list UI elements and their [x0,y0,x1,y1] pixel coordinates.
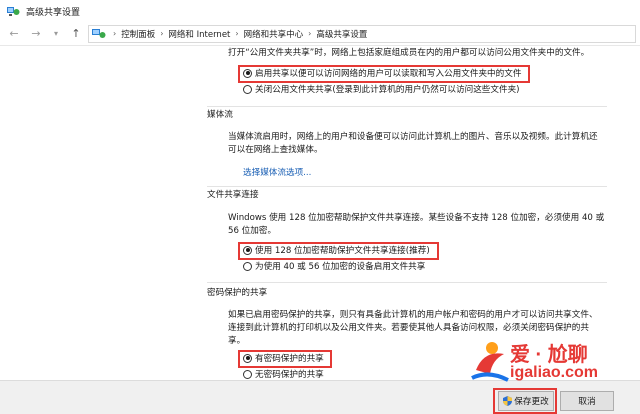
watermark-brand: 爱 · 尬聊 [510,344,588,366]
radio-unchecked-icon[interactable] [243,369,252,379]
breadcrumb-separator-icon: › [308,29,312,38]
password-off-radio[interactable]: 无密码保护的共享 [243,368,324,380]
up-arrow-icon[interactable]: ↑ [68,26,84,42]
cancel-button[interactable]: 取消 [560,391,614,411]
password-description-line1: 如果已启用密码保护的共享，则只有具备此计算机的用户帐户和密码的用户才可以访问共享… [228,310,598,320]
settings-content: 打开“公用文件夹共享”时，网络上包括家庭组成员在内的用户都可以访问公用文件夹中的… [0,46,640,380]
watermark-url: igaliao.com [510,364,599,381]
section-divider [207,282,607,283]
back-arrow-icon[interactable]: ← [6,26,22,42]
file-sharing-section-title: 文件共享连接 [207,190,259,200]
highlight-box [493,388,557,414]
breadcrumb[interactable]: › 控制面板 › 网络和 Internet › 网络和共享中心 › 高级共享设置 [88,24,636,43]
password-description-line2: 连接到此计算机的打印机以及公用文件夹。若要使其他人具备访问权限，必须关闭密码保护… [228,323,589,333]
password-section-title: 密码保护的共享 [207,288,268,298]
media-description-line2: 可以在网络上查找媒体。 [228,145,323,155]
public-folder-on-label[interactable]: 启用共享以便可以访问网络的用户可以读取和写入公用文件夹中的文件 [255,67,521,79]
media-description-line1: 当媒体流启用时，网络上的用户和设备便可以访问此计算机上的图片、音乐以及视频。此计… [228,132,598,142]
public-folder-on-radio[interactable]: 启用共享以便可以访问网络的用户可以读取和写入公用文件夹中的文件 [243,67,521,79]
breadcrumb-separator-icon: › [235,29,239,38]
window-title: 高级共享设置 [26,7,81,18]
media-section-title: 媒体流 [207,110,233,120]
control-panel-icon [92,28,106,40]
radio-checked-icon[interactable] [243,245,252,255]
password-on-radio[interactable]: 有密码保护的共享 [243,352,324,364]
encryption-128-radio[interactable]: 使用 128 位加密帮助保护文件共享连接(推荐) [243,244,430,256]
title-bar: 高级共享设置 [0,0,640,22]
radio-checked-icon[interactable] [243,68,252,78]
encryption-128-label[interactable]: 使用 128 位加密帮助保护文件共享连接(推荐) [255,244,430,256]
public-folder-off-radio[interactable]: 关闭公用文件夹共享(登录到此计算机的用户仍然可以访问这些文件夹) [243,83,520,95]
section-divider [207,186,607,187]
breadcrumb-separator-icon: › [113,29,117,38]
section-divider [207,106,607,107]
password-on-label[interactable]: 有密码保护的共享 [255,352,324,364]
breadcrumb-item-network-center[interactable]: 网络和共享中心 [244,28,304,40]
forward-arrow-icon[interactable]: → [28,26,44,42]
watermark: 爱 · 尬聊 igaliao.com [470,338,640,388]
public-folder-off-label[interactable]: 关闭公用文件夹共享(登录到此计算机的用户仍然可以访问这些文件夹) [255,83,520,95]
media-options-link[interactable]: 选择媒体流选项... [243,166,311,178]
encryption-40-56-radio[interactable]: 为使用 40 或 56 位加密的设备启用文件共享 [243,260,425,272]
password-description-line3: 享。 [228,336,246,346]
address-bar: ← → ▾ ↑ › 控制面板 › 网络和 Internet › 网络和共享中心 … [0,22,640,46]
file-sharing-description-line2: 56 位加密。 [228,226,277,236]
radio-checked-icon[interactable] [243,353,252,363]
network-app-icon [6,4,20,18]
radio-unchecked-icon[interactable] [243,261,252,271]
file-sharing-description-line1: Windows 使用 128 位加密帮助保护文件共享连接。某些设备不支持 128… [228,213,605,223]
chevron-down-icon[interactable]: ▾ [48,26,64,42]
watermark-logo-icon [471,342,509,382]
encryption-40-56-label[interactable]: 为使用 40 或 56 位加密的设备启用文件共享 [255,260,425,272]
public-folder-description: 打开“公用文件夹共享”时，网络上包括家庭组成员在内的用户都可以访问公用文件夹中的… [228,48,590,58]
breadcrumb-item-control-panel[interactable]: 控制面板 [121,28,155,40]
breadcrumb-item-network-internet[interactable]: 网络和 Internet [168,28,230,40]
password-off-label[interactable]: 无密码保护的共享 [255,368,324,380]
breadcrumb-separator-icon: › [160,29,164,38]
radio-unchecked-icon[interactable] [243,84,252,94]
breadcrumb-item-advanced-sharing[interactable]: 高级共享设置 [316,28,367,40]
